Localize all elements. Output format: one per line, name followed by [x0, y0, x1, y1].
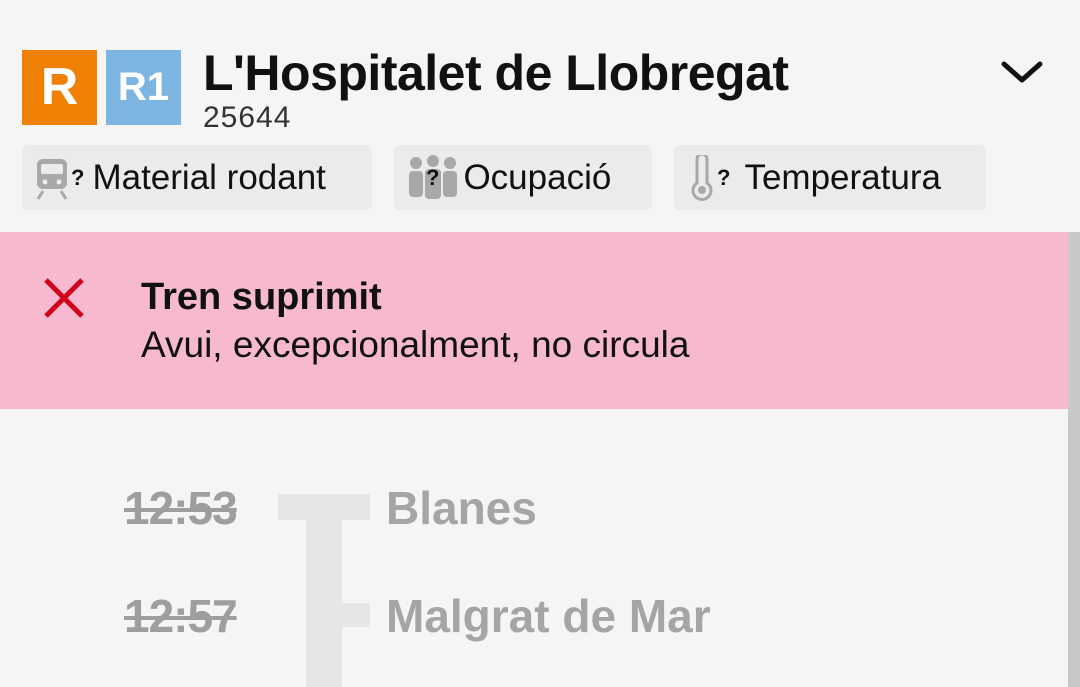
stop-name[interactable]: Malgrat de Mar	[386, 589, 711, 643]
chevron-down-icon[interactable]	[1000, 56, 1044, 88]
station-title: L'Hospitalet de Llobregat	[203, 45, 789, 101]
chip-material-rodant[interactable]: ? Material rodant	[22, 145, 372, 210]
train-number: 25644	[203, 101, 292, 134]
chip-temperatura[interactable]: ? Temperatura	[674, 145, 986, 210]
route-stop-tick	[336, 603, 370, 627]
alert-title: Tren suprimit	[141, 276, 382, 318]
chip-qualifier: ?	[71, 164, 85, 190]
train-icon	[36, 158, 68, 200]
stop-name[interactable]: Blanes	[386, 481, 537, 535]
alert-message: Avui, excepcionalment, no circula	[141, 324, 690, 365]
line-badge: R1	[106, 50, 181, 125]
thermometer-icon	[691, 154, 713, 201]
stop-time: 12:57	[124, 590, 238, 642]
route-track	[306, 494, 342, 687]
stop-time: 12:53	[124, 482, 238, 534]
chip-label: Temperatura	[744, 157, 941, 197]
chip-label: Material rodant	[92, 157, 326, 197]
close-icon	[44, 278, 84, 318]
chip-qualifier: ?	[717, 164, 731, 190]
chip-qualifier: ?	[426, 164, 440, 190]
chip-ocupacio[interactable]: ? Ocupació	[394, 145, 652, 210]
cancellation-alert	[0, 232, 1068, 409]
scrollbar[interactable]	[1068, 232, 1080, 687]
rodalies-logo: R	[22, 50, 97, 125]
train-header: R R1 L'Hospitalet de Llobregat 25644 ? M…	[0, 0, 1080, 232]
chip-label: Ocupació	[463, 157, 612, 197]
